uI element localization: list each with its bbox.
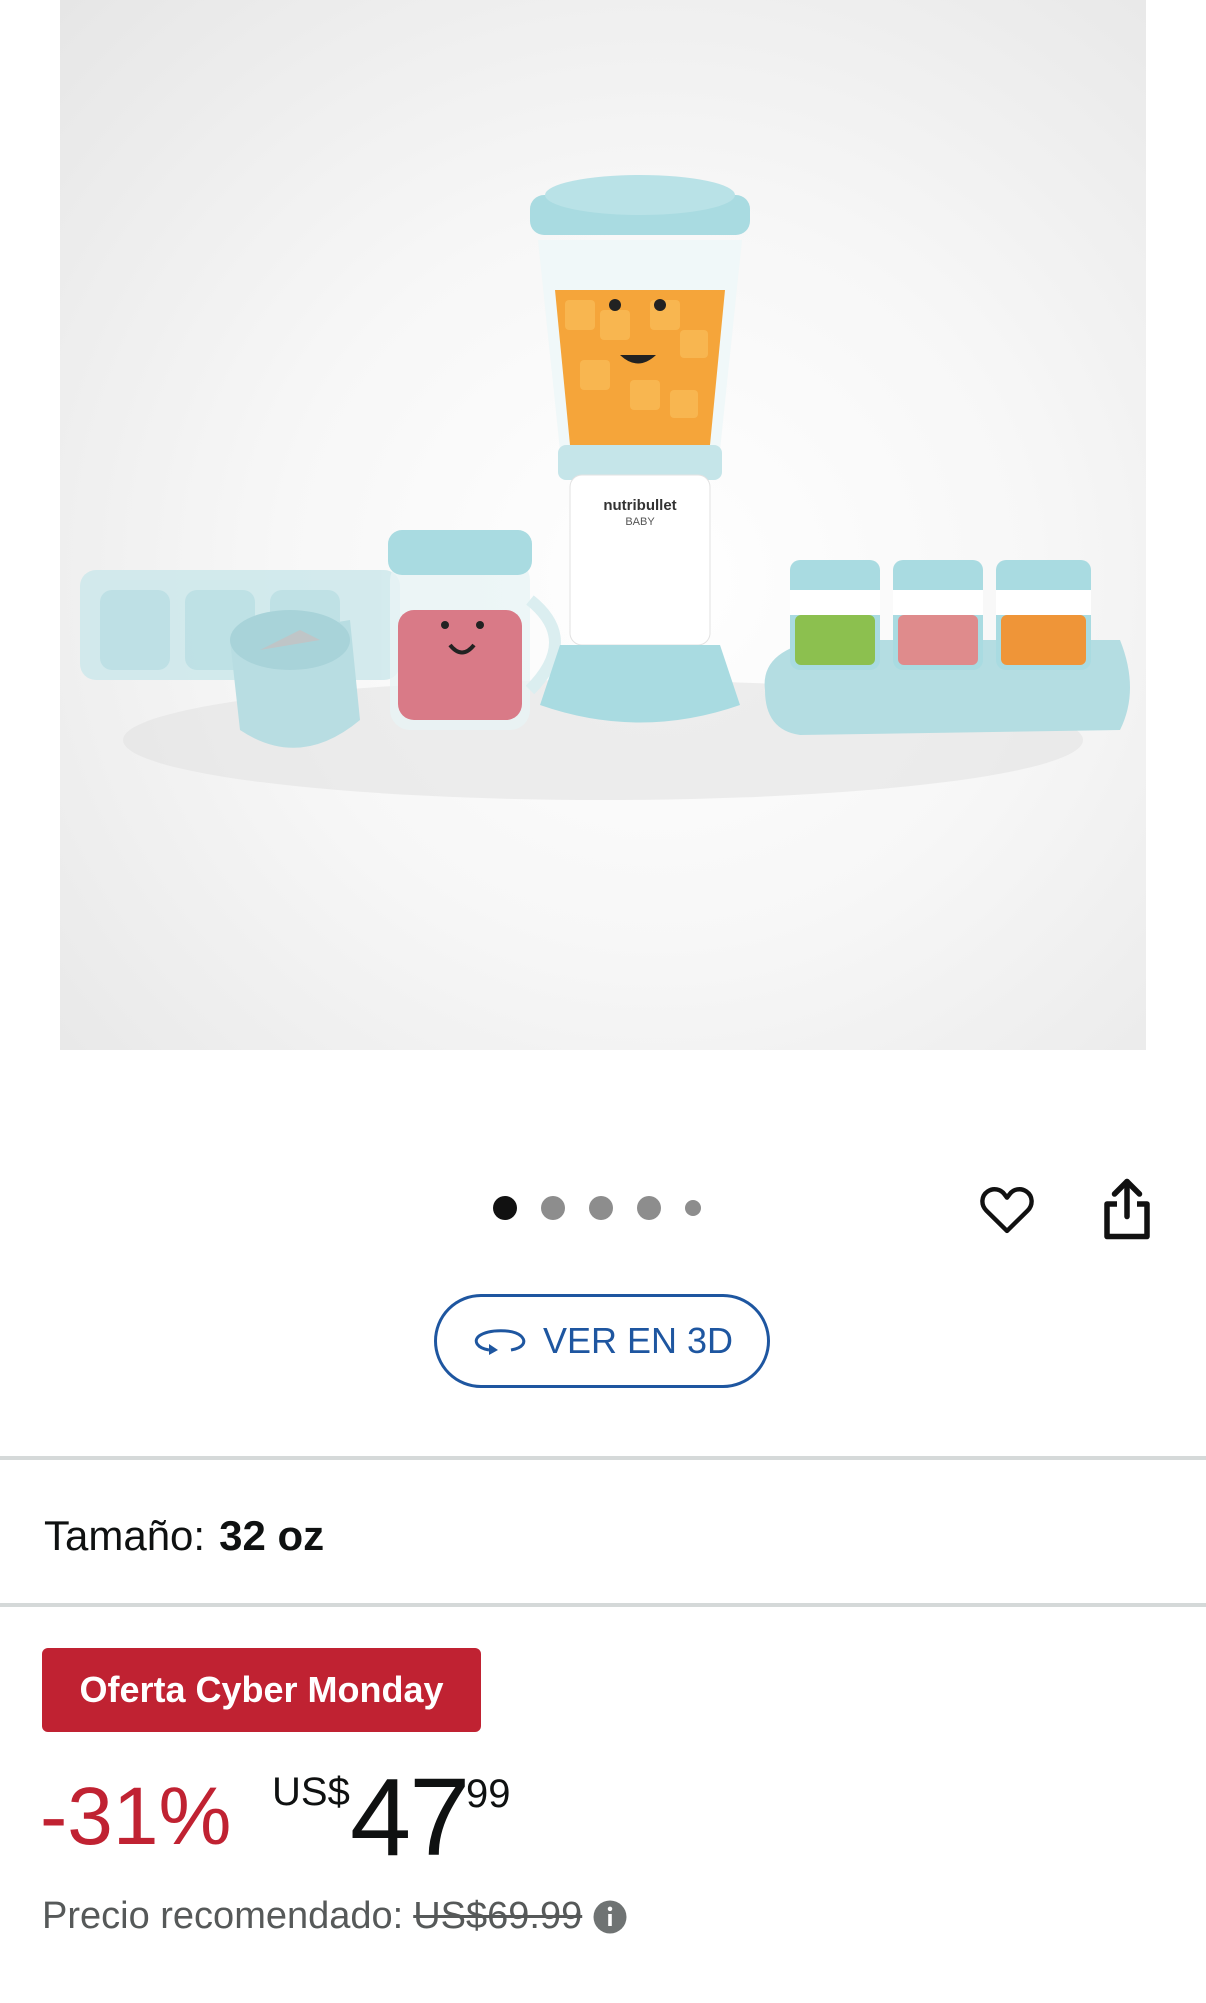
share-icon (1104, 1178, 1150, 1240)
discount-percent: -31% (40, 1771, 232, 1862)
divider (0, 1456, 1206, 1460)
favorite-button[interactable] (976, 1178, 1038, 1240)
price-currency: US$ (272, 1770, 350, 1814)
rotate-3d-icon (474, 1329, 526, 1355)
price-whole: 47 (350, 1756, 470, 1879)
divider (0, 1603, 1206, 1607)
list-price-label: Precio recomendado: (42, 1895, 404, 1937)
blade-base (230, 610, 360, 748)
view-3d-label: VER EN 3D (542, 1320, 734, 1361)
view-3d-button[interactable]: VER EN 3D (434, 1294, 770, 1388)
storage-cups (764, 560, 1130, 735)
heart-icon (980, 1187, 1034, 1234)
info-icon[interactable] (592, 1899, 628, 1935)
image-carousel-indicator[interactable] (493, 1196, 725, 1220)
size-value: 32 oz (219, 1512, 325, 1559)
carousel-dot-4[interactable] (637, 1196, 661, 1220)
baby-mug (388, 530, 561, 730)
carousel-dot-1[interactable] (493, 1196, 517, 1220)
price-cents: 99 (466, 1772, 511, 1816)
list-price-value: US$69.99 (413, 1895, 583, 1937)
deal-badge: Oferta Cyber Monday (42, 1648, 481, 1732)
svg-text:BABY: BABY (625, 516, 655, 528)
blender: nutribullet BABY (530, 175, 750, 723)
size-label: Tamaño: (44, 1512, 206, 1559)
product-image[interactable]: nutribullet BABY (60, 0, 1146, 1050)
price-block: -31% US$ 47 99 (40, 1756, 840, 1879)
product-illustration: nutribullet BABY (80, 175, 1130, 800)
carousel-dot-5[interactable] (685, 1200, 701, 1216)
share-button[interactable] (1097, 1176, 1157, 1242)
svg-text:nutribullet: nutribullet (603, 497, 676, 514)
list-price: Precio recomendado: US$69.99 (42, 1895, 628, 1938)
carousel-dot-2[interactable] (541, 1196, 565, 1220)
size-selector[interactable]: Tamaño: 32 oz (44, 1512, 324, 1560)
carousel-dot-3[interactable] (589, 1196, 613, 1220)
